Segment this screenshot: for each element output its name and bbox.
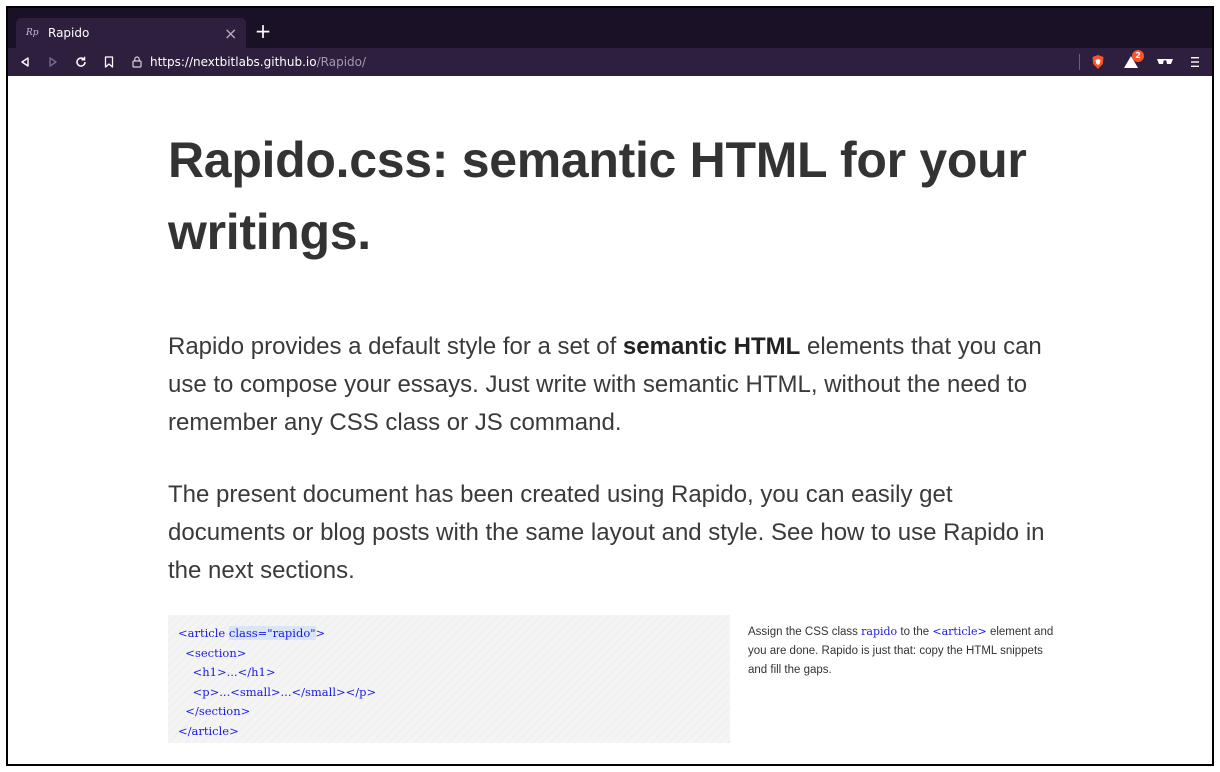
- second-paragraph: The present document has been created us…: [168, 481, 1045, 584]
- aside-text: to the: [897, 626, 933, 638]
- code-snippet: <article class="rapido"> <section> <h1>.…: [168, 615, 730, 743]
- forward-icon[interactable]: [42, 51, 64, 73]
- page-title: Rapido.css: semantic HTML for your writi…: [168, 132, 1027, 260]
- intro-text-1: Rapido provides a default style for a se…: [168, 333, 623, 360]
- intro-paragraph: Rapido provides a default style for a se…: [168, 328, 1068, 442]
- code-highlight: class="rapido": [228, 626, 316, 640]
- code-line: </article>: [178, 723, 239, 738]
- toolbar-actions: 2: [1079, 48, 1202, 76]
- code-line: </section>: [178, 704, 251, 718]
- favicon-icon: Rp: [26, 28, 39, 38]
- intro-strong: semantic HTML: [622, 333, 801, 360]
- toolbar: https://nextbitlabs.github.io/Rapido/ 2: [8, 48, 1212, 76]
- lock-icon: [132, 56, 142, 68]
- close-tab-icon[interactable]: ×: [224, 24, 237, 43]
- menu-icon[interactable]: [1188, 56, 1202, 68]
- code-line: <section>: [178, 645, 247, 660]
- address-bar[interactable]: https://nextbitlabs.github.io/Rapido/: [130, 51, 366, 73]
- url-path: /Rapido/: [316, 55, 367, 69]
- page-viewport: Rapido.css: semantic HTML for your writi…: [8, 76, 1212, 764]
- aside-code: rapido: [861, 625, 898, 638]
- aside-code: <article>: [932, 625, 987, 638]
- aside-text: Assign the CSS class: [748, 626, 862, 638]
- new-tab-button[interactable]: +: [252, 20, 274, 42]
- code-token: >: [315, 626, 326, 640]
- brave-rewards-button[interactable]: 2: [1122, 50, 1144, 70]
- back-icon[interactable]: [14, 51, 36, 73]
- tab-bar: Rp Rapido × +: [8, 8, 1212, 48]
- rewards-badge: 2: [1132, 50, 1144, 62]
- code-line: <p>...<small>...</small></p>: [178, 684, 377, 699]
- bookmark-icon[interactable]: [98, 51, 120, 73]
- brave-shield-icon[interactable]: [1090, 54, 1106, 70]
- tab-title: Rapido: [48, 26, 90, 40]
- code-line: <article class="rapido">: [178, 624, 720, 644]
- url-host: https://nextbitlabs.github.io: [150, 55, 317, 69]
- browser-window: Rp Rapido × + https://nextbitlabs.github…: [6, 6, 1214, 766]
- toolbar-separator: [1079, 54, 1080, 70]
- reload-icon[interactable]: [70, 51, 92, 73]
- aside-note: Assign the CSS class rapido to the <arti…: [748, 622, 1058, 680]
- private-glasses-icon[interactable]: [1156, 56, 1174, 68]
- tab-rapido[interactable]: Rp Rapido ×: [16, 18, 246, 48]
- code-line: <h1>...</h1>: [178, 665, 276, 679]
- code-token: <article: [178, 626, 229, 640]
